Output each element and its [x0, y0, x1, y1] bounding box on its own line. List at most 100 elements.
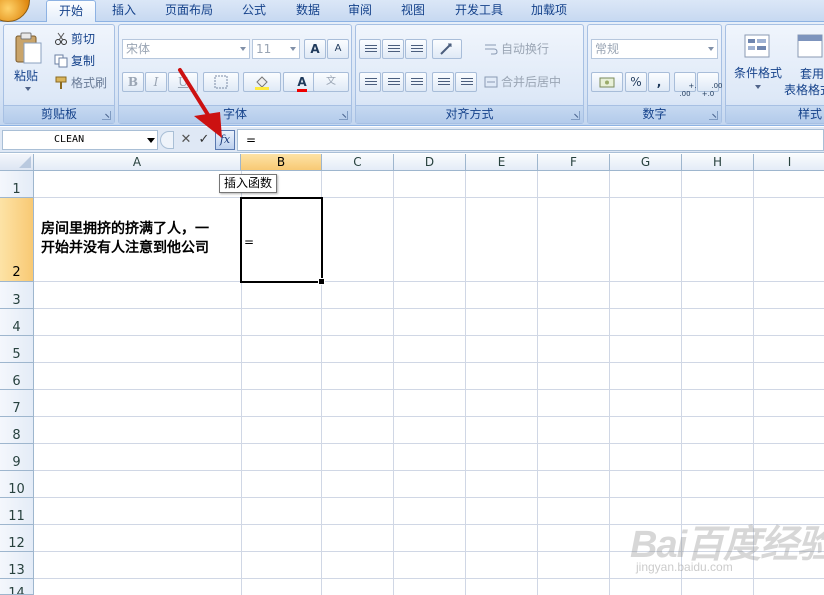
- formula-input[interactable]: =: [237, 129, 824, 151]
- comma-style-button[interactable]: ,: [648, 72, 670, 92]
- number-dialog-launcher[interactable]: [709, 111, 718, 120]
- cell-a2[interactable]: 房间里拥挤的挤满了人，一 开始并没有人注意到他公司: [35, 199, 241, 281]
- wrap-text-label: 自动换行: [501, 42, 550, 56]
- fill-bucket-icon: [255, 76, 269, 90]
- cut-button[interactable]: 剪切: [54, 30, 95, 48]
- ribbon: 粘贴 剪切 复制 格式刷 剪贴板 宋体 11 A A B I U A 文 字体 …: [0, 22, 824, 126]
- chevron-down-icon: [287, 40, 299, 58]
- paste-button[interactable]: 粘贴: [8, 29, 48, 103]
- font-size-combo[interactable]: 11: [252, 39, 300, 59]
- row-header-3[interactable]: 3: [0, 282, 34, 309]
- column-header-f[interactable]: F: [538, 154, 610, 171]
- format-as-table-label-2: 表格格式: [784, 83, 824, 97]
- shrink-font-button[interactable]: A: [327, 39, 349, 59]
- column-header-h[interactable]: H: [682, 154, 754, 171]
- column-header-b[interactable]: B: [241, 154, 322, 171]
- format-painter-button[interactable]: 格式刷: [54, 74, 107, 92]
- tab-formulas[interactable]: 公式: [234, 0, 274, 22]
- row-header-9[interactable]: 9: [0, 444, 34, 471]
- chevron-down-icon: [25, 87, 31, 91]
- column-header-a[interactable]: A: [34, 154, 241, 171]
- tab-view[interactable]: 视图: [393, 0, 433, 22]
- tab-page-layout[interactable]: 页面布局: [158, 0, 220, 22]
- row-header-13[interactable]: 13: [0, 552, 34, 579]
- merge-cells-icon: [484, 76, 498, 88]
- ribbon-tab-strip: 开始 插入 页面布局 公式 数据 审阅 视图 开发工具 加载项: [0, 0, 824, 23]
- column-header-c[interactable]: C: [322, 154, 394, 171]
- row-header-8[interactable]: 8: [0, 417, 34, 444]
- phonetic-button[interactable]: 文: [313, 72, 349, 92]
- tab-data[interactable]: 数据: [288, 0, 328, 22]
- row-header-4[interactable]: 4: [0, 309, 34, 336]
- align-left-icon: [365, 78, 377, 87]
- percent-style-button[interactable]: %: [625, 72, 647, 92]
- row-header-12[interactable]: 12: [0, 525, 34, 552]
- alignment-group: 自动换行 合并后居中 对齐方式: [355, 24, 584, 124]
- number-group: 常规 % , +.0 .00 .00 +.0 数字: [587, 24, 723, 124]
- tab-home[interactable]: 开始: [46, 0, 96, 23]
- align-bottom-icon: [411, 45, 423, 54]
- align-top-button[interactable]: [359, 39, 381, 59]
- format-as-table-button[interactable]: 套用 表格格式: [784, 29, 824, 103]
- font-dialog-launcher[interactable]: [339, 111, 348, 120]
- watermark-url: jingyan.baidu.com: [636, 560, 733, 574]
- fill-color-button[interactable]: [243, 72, 281, 92]
- styles-group: 条件格式 套用 表格格式 样式: [725, 24, 824, 124]
- orientation-button[interactable]: [432, 39, 462, 59]
- name-box-value: CLEAN: [54, 134, 85, 145]
- tab-add-ins[interactable]: 加载项: [524, 0, 574, 22]
- align-middle-button[interactable]: [382, 39, 404, 59]
- copy-label: 复制: [71, 54, 96, 68]
- grow-font-button[interactable]: A: [304, 39, 326, 59]
- chevron-down-icon[interactable]: [147, 138, 155, 143]
- formula-content: =: [246, 133, 257, 147]
- bold-button[interactable]: B: [122, 72, 144, 92]
- baidu-watermark: Bai百度经验 jingyan.baidu.com: [630, 505, 824, 590]
- row-header-11[interactable]: 11: [0, 498, 34, 525]
- row-header-5[interactable]: 5: [0, 336, 34, 363]
- conditional-format-button[interactable]: 条件格式: [730, 29, 786, 103]
- select-all-button[interactable]: [0, 154, 34, 171]
- scissors-icon: [55, 32, 67, 45]
- name-box[interactable]: CLEAN: [2, 130, 158, 150]
- clipboard-group: 粘贴 剪切 复制 格式刷 剪贴板: [3, 24, 115, 124]
- tab-insert[interactable]: 插入: [104, 0, 144, 22]
- decrease-indent-button[interactable]: [432, 72, 454, 92]
- accounting-format-button[interactable]: [591, 72, 623, 92]
- row-header-6[interactable]: 6: [0, 363, 34, 390]
- copy-button[interactable]: 复制: [54, 52, 95, 70]
- wrap-text-button[interactable]: 自动换行: [484, 40, 549, 58]
- font-color-glyph: A: [297, 75, 307, 92]
- row-header-1[interactable]: 1: [0, 171, 34, 198]
- align-left-button[interactable]: [359, 72, 381, 92]
- italic-button[interactable]: I: [145, 72, 167, 92]
- row-header-7[interactable]: 7: [0, 390, 34, 417]
- formula-bar: CLEAN ✕ ✓ fx =: [0, 127, 824, 153]
- font-name-combo[interactable]: 宋体: [122, 39, 250, 59]
- align-right-button[interactable]: [405, 72, 427, 92]
- column-header-e[interactable]: E: [466, 154, 538, 171]
- alignment-dialog-launcher[interactable]: [571, 111, 580, 120]
- tab-review[interactable]: 审阅: [340, 0, 380, 22]
- row-header-10[interactable]: 10: [0, 471, 34, 498]
- tab-developer[interactable]: 开发工具: [447, 0, 511, 22]
- merge-center-button[interactable]: 合并后居中: [484, 73, 561, 91]
- column-header-i[interactable]: I: [754, 154, 824, 171]
- column-header-d[interactable]: D: [394, 154, 466, 171]
- align-middle-icon: [388, 45, 400, 54]
- align-bottom-button[interactable]: [405, 39, 427, 59]
- clipboard-dialog-launcher[interactable]: [102, 111, 111, 120]
- row-header-2[interactable]: 2: [0, 198, 34, 282]
- format-as-table-icon: [797, 34, 823, 58]
- increase-indent-button[interactable]: [455, 72, 477, 92]
- row-header-14[interactable]: 14: [0, 579, 34, 595]
- increase-decimal-button[interactable]: +.0 .00: [674, 72, 701, 98]
- clipboard-group-label: 剪贴板: [4, 105, 114, 123]
- office-button[interactable]: [0, 0, 30, 22]
- number-format-combo[interactable]: 常规: [591, 39, 718, 59]
- column-header-g[interactable]: G: [610, 154, 682, 171]
- cell-a2-line-2: 开始并没有人注意到他公司: [41, 240, 209, 256]
- decrease-decimal-button[interactable]: .00 +.0: [697, 72, 723, 98]
- align-center-button[interactable]: [382, 72, 404, 92]
- cell-b2-active[interactable]: =: [240, 197, 325, 285]
